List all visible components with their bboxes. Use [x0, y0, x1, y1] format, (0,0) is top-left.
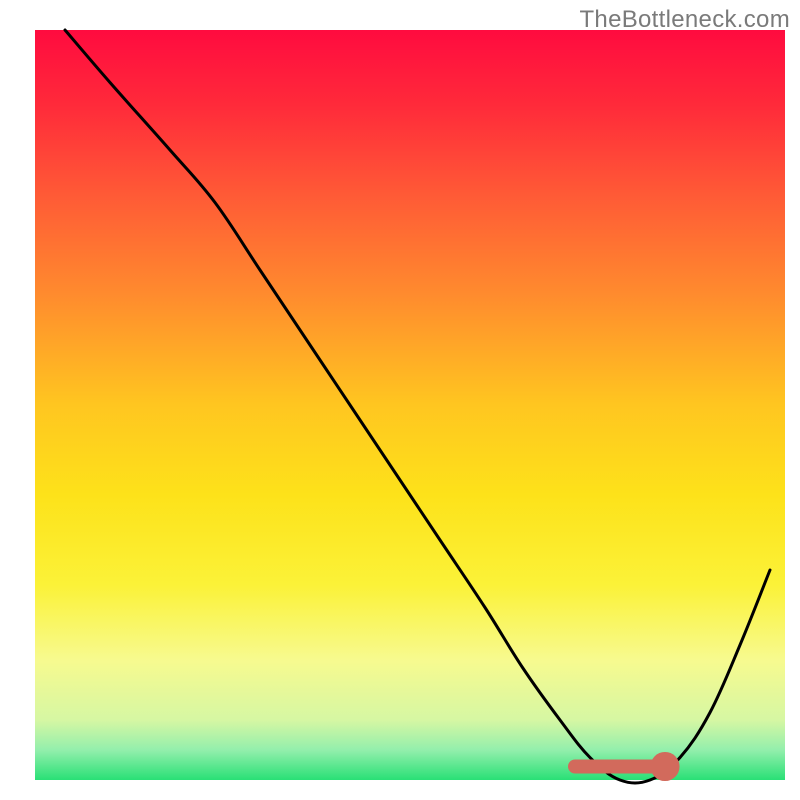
optimal-point-dot: [650, 752, 679, 781]
bottleneck-chart: [0, 0, 800, 800]
gradient-background: [35, 30, 785, 780]
